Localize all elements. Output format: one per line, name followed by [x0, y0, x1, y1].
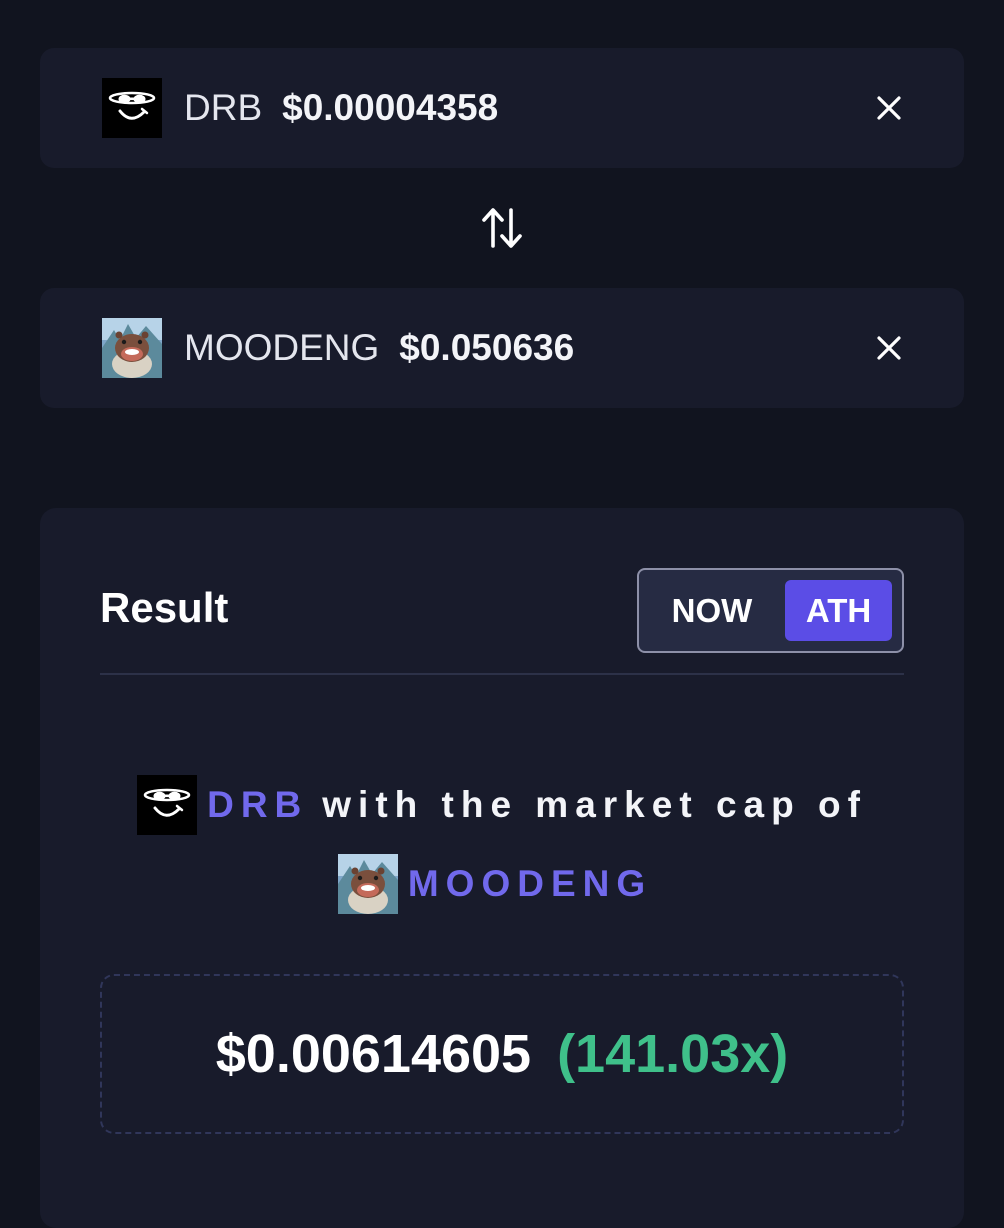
moodeng-hippo-logo-icon [337, 854, 398, 914]
now-ath-toggle: NOW ATH [637, 568, 904, 653]
toggle-option-now[interactable]: NOW [653, 580, 771, 641]
remove-to-token-close-icon[interactable] [874, 333, 904, 363]
result-value-box: $0.00614605 (141.03x) [100, 974, 904, 1134]
to-token-card[interactable]: MOODENG $0.050636 [40, 288, 964, 408]
remove-from-token-close-icon[interactable] [874, 93, 904, 123]
to-token-symbol: MOODENG [184, 327, 380, 368]
result-sentence-text: with the market cap of [322, 784, 867, 825]
result-price-value: $0.00614605 [215, 1024, 532, 1084]
toggle-option-ath[interactable]: ATH [785, 580, 892, 641]
result-divider [100, 673, 904, 675]
to-token-price: $0.050636 [399, 327, 575, 368]
result-token-a-name: DRB [207, 784, 309, 825]
swap-arrows-icon[interactable] [481, 206, 523, 250]
drb-smiley-logo-icon [137, 775, 198, 835]
drb-smiley-logo-icon [102, 78, 162, 138]
result-token-b-name: MOODENG [407, 863, 653, 904]
moodeng-hippo-logo-icon [102, 318, 162, 378]
result-sentence-line-1: DRB with the market cap of [40, 775, 964, 835]
result-panel: Result NOW ATH DRB with the market cap o… [40, 508, 964, 1228]
result-sentence-line-2: MOODENG [40, 854, 964, 914]
result-multiplier: (141.03x) [557, 1024, 789, 1084]
from-token-price: $0.00004358 [282, 87, 499, 128]
from-token-symbol: DRB [184, 87, 263, 128]
result-title: Result [100, 584, 229, 631]
from-token-card[interactable]: DRB $0.00004358 [40, 48, 964, 168]
